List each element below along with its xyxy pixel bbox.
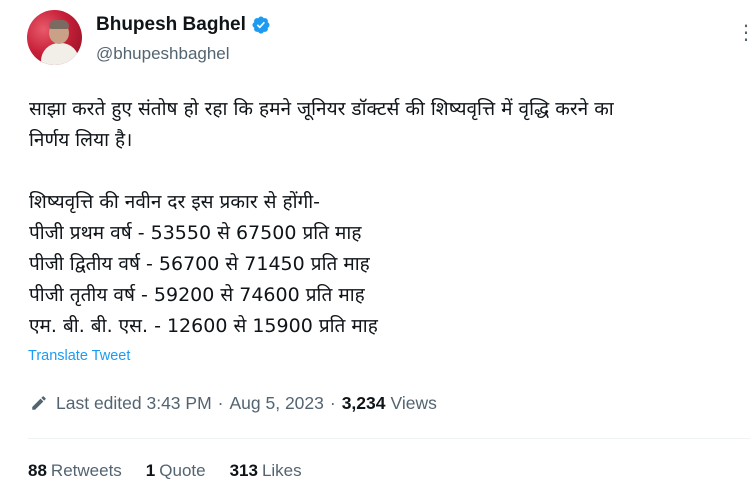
translate-tweet-link[interactable]: Translate Tweet [28,348,130,364]
tweet-text-line: साझा करते हुए संतोष हो रहा कि हमने जूनिय… [29,98,614,120]
tweet-text: साझा करते हुए संतोष हो रहा कि हमने जूनिय… [29,94,741,342]
avatar-figure-hair [49,20,69,29]
engagement-stats: 88 Retweets 1 Quote 313 Likes [28,461,326,481]
views-count: 3,234 [341,392,386,413]
tweet-text-line: पीजी तृतीय वर्ष - 59200 से 74600 प्रति म… [29,284,365,306]
retweets-count: 88 [28,461,47,480]
tweet-text-line [29,156,741,187]
likes-stat[interactable]: 313 Likes [230,461,302,481]
tweet-date[interactable]: Aug 5, 2023 [229,393,323,414]
meta-separator: · [217,392,224,413]
tweet-text-line: एम. बी. बी. एस. - 12600 से 15900 प्रति म… [29,315,378,337]
quotes-label: Quote [159,461,206,480]
tweet-meta: Last edited 3:43 PM · Aug 5, 2023 · 3,23… [30,392,437,414]
tweet-text-line: पीजी प्रथम वर्ष - 53550 से 67500 प्रति म… [29,222,362,244]
meta-separator: · [329,392,336,413]
author-display-name[interactable]: Bhupesh Baghel [96,14,246,36]
more-options-icon[interactable]: ⋮ [736,22,750,42]
tweet-card: Bhupesh Baghel @bhupeshbaghel ⋮ साझा करत… [0,0,750,496]
retweets-stat[interactable]: 88 Retweets [28,461,122,481]
edit-pencil-icon [32,396,46,410]
author-handle[interactable]: @bhupeshbaghel [96,44,230,64]
likes-label: Likes [261,461,302,480]
tweet-text-line: पीजी द्वितीय वर्ष - 56700 से 71450 प्रति… [29,253,370,275]
quotes-stat[interactable]: 1 Quote [146,461,206,481]
tweet-text-line: निर्णय लिया है। [29,129,133,151]
divider [28,438,750,439]
avatar-figure-body [41,43,79,65]
last-edited-link[interactable]: Last edited 3:43 PM [56,393,212,414]
avatar[interactable] [27,10,82,65]
quotes-count: 1 [145,461,156,480]
tweet-text-line: शिष्यवृत्ति की नवीन दर इस प्रकार से होंग… [29,191,321,213]
views-label: Views [390,392,437,413]
likes-count: 313 [229,461,258,480]
retweets-label: Retweets [50,461,122,480]
verified-badge-icon [252,16,270,34]
